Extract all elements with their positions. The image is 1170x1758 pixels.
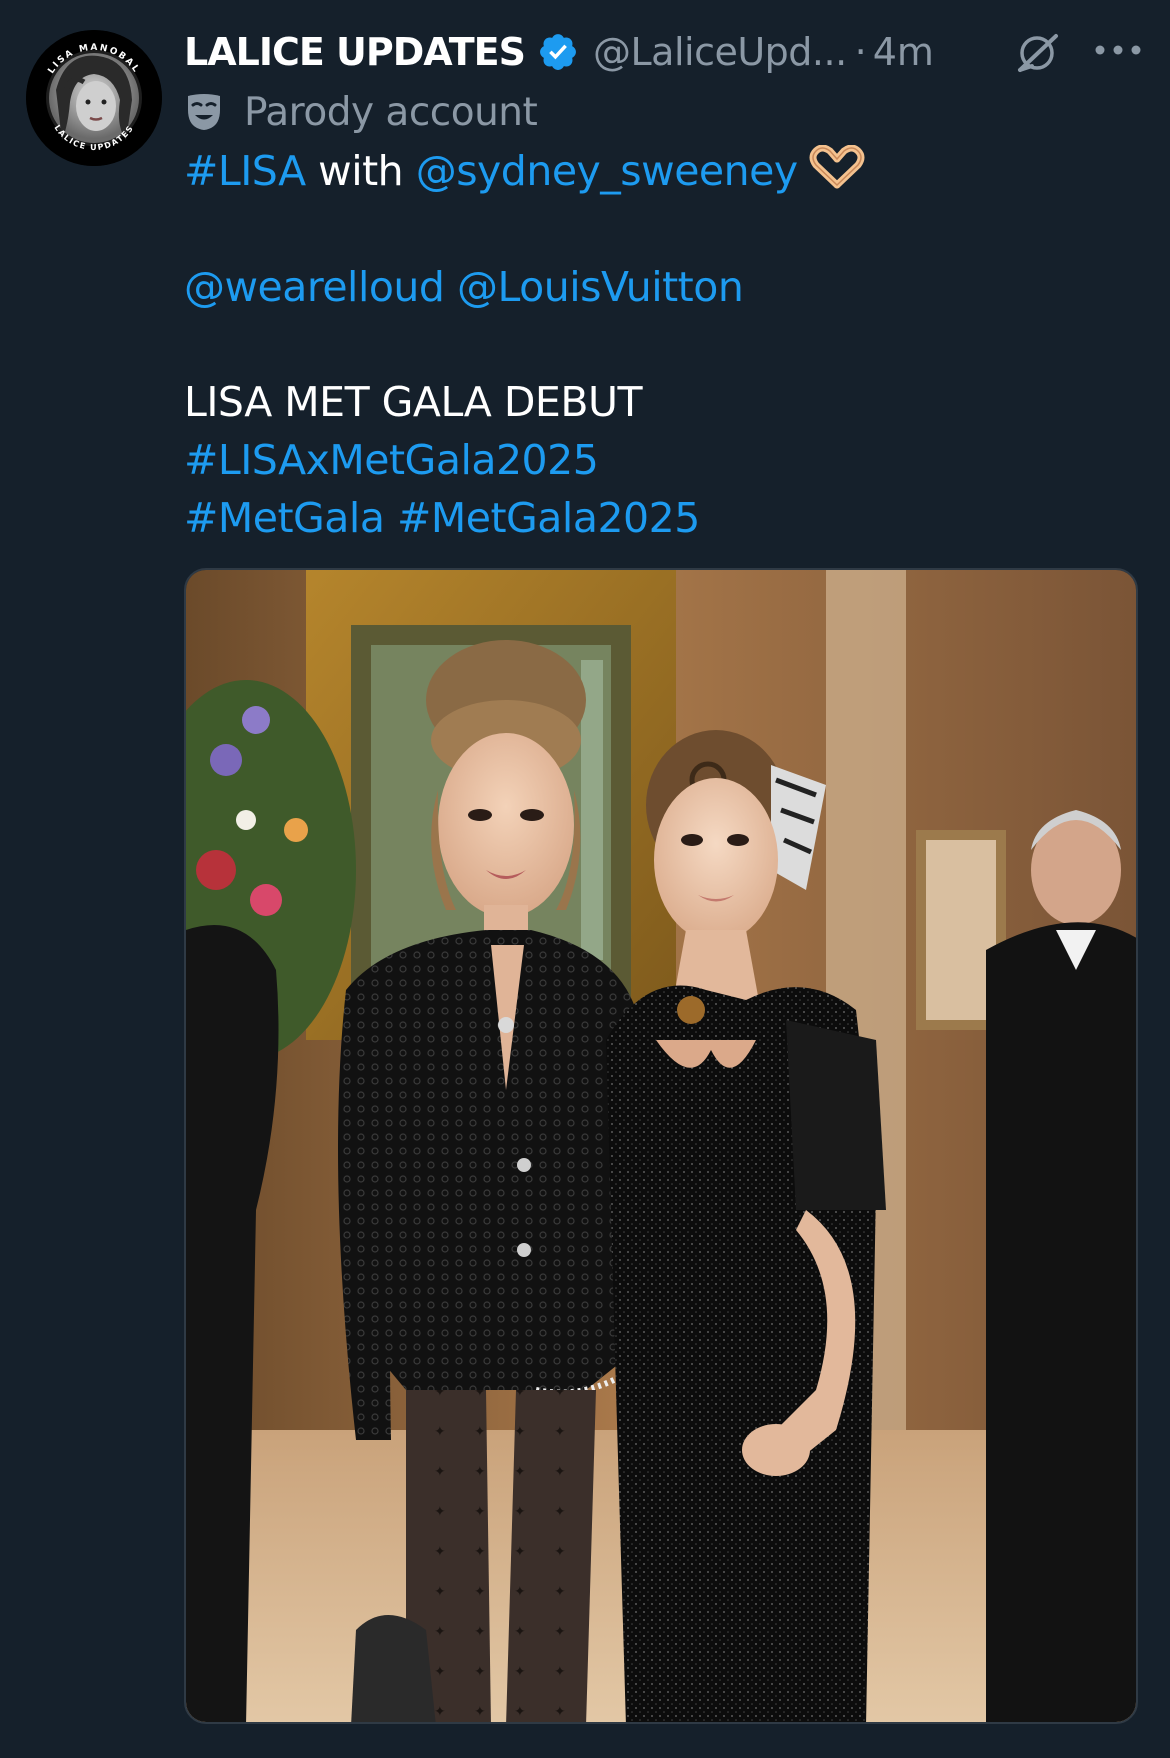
tweet-text-line-3: LISA MET GALA DEBUT [184,378,643,426]
hashtag-link[interactable]: #MetGala [184,494,385,542]
display-name[interactable]: LALICE UPDATES [184,30,526,74]
theater-mask-icon [184,92,224,132]
tweet-word: with [305,147,416,195]
timestamp[interactable]: 4m [873,30,934,74]
tweet-header: LALICE UPDATES @LaliceUpd... · 4m [184,22,1144,82]
more-options-icon[interactable] [1090,30,1146,70]
parody-label-row: Parody account [184,84,538,140]
hashtag-link[interactable]: #MetGala2025 [397,494,700,542]
background-man [986,810,1136,1722]
verified-badge-icon[interactable] [537,31,579,73]
avatar-image: LISA MANOBAL LALICE UPDATES [26,30,162,166]
tweet-card[interactable]: LISA MANOBAL LALICE UPDATES LALICE UPDAT… [0,0,1170,1758]
tweet-text-line-2: @wearelloud @LouisVuitton [184,258,744,316]
grok-icon[interactable] [1012,28,1062,78]
parody-account-label: Parody account [244,89,538,135]
tweet-text-line-4: #LISAxMetGala2025 [184,431,599,489]
tweet-photo[interactable]: ✦ [184,568,1138,1724]
hashtag-link[interactable]: #LISA [184,147,306,195]
tweet-text-line-5: #MetGala #MetGala2025 [184,489,700,547]
hashtag-link[interactable]: #LISAxMetGala2025 [184,436,599,484]
heart-hands-icon [808,144,866,191]
photo-illustration: ✦ [186,570,1136,1722]
mention-link[interactable]: @LouisVuitton [457,263,744,311]
mention-link[interactable]: @sydney_sweeney [416,147,798,195]
avatar[interactable]: LISA MANOBAL LALICE UPDATES [26,30,162,166]
handle[interactable]: @LaliceUpd... [593,30,847,74]
tweet-text-line-1: #LISA with @sydney_sweeney [184,142,866,200]
mention-link[interactable]: @wearelloud [184,263,445,311]
separator-dot: · [854,30,867,74]
